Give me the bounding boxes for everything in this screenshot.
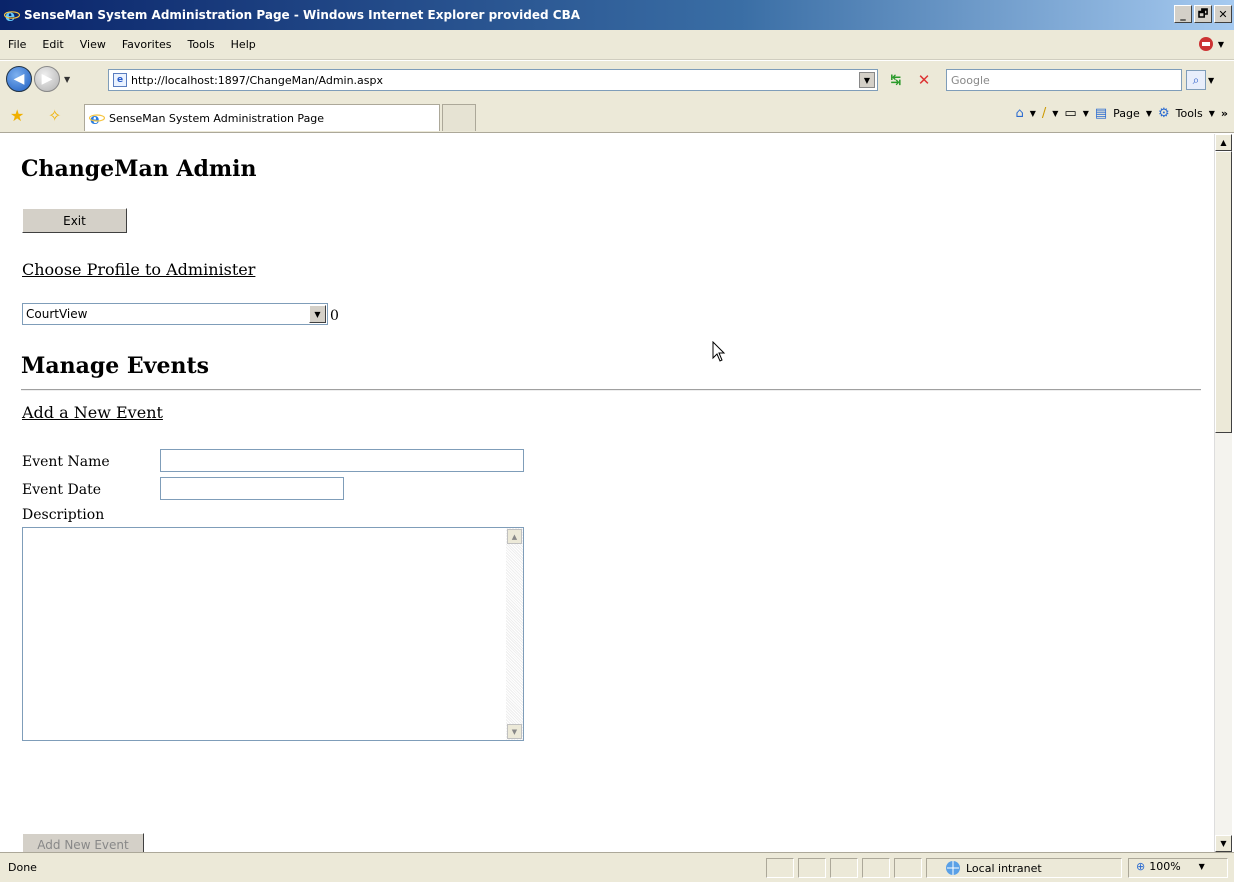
search-placeholder: Google xyxy=(951,73,990,87)
zone-label: Local intranet xyxy=(966,861,1042,875)
event-date-label: Event Date xyxy=(22,482,101,498)
event-name-field[interactable] xyxy=(160,449,524,472)
back-arrow-icon: ◀ xyxy=(13,71,25,87)
svg-text:e: e xyxy=(90,110,100,126)
search-input[interactable]: Google xyxy=(946,69,1182,91)
page-dropdown-icon[interactable]: ▼ xyxy=(1146,109,1152,118)
menu-help[interactable]: Help xyxy=(223,38,264,51)
print-dropdown-icon[interactable]: ▼ xyxy=(1083,109,1089,118)
add-event-link[interactable]: Add a New Event xyxy=(22,403,163,422)
status-text: Done xyxy=(8,861,37,874)
status-panel xyxy=(766,858,794,878)
page-menu-icon: ▤ xyxy=(1094,106,1108,121)
search-icon[interactable]: ⌕ xyxy=(1186,70,1206,90)
profile-selected-value: CourtView xyxy=(26,307,88,321)
textarea-scrollbar[interactable]: ▲ ▼ xyxy=(506,528,523,740)
tools-gear-icon: ⚙ xyxy=(1157,106,1170,121)
page-scrollbar[interactable]: ▲ ▼ xyxy=(1214,134,1232,852)
scroll-up-icon[interactable]: ▲ xyxy=(507,529,522,544)
add-favorite-icon[interactable]: ✧ xyxy=(48,106,61,125)
favorites-star-icon[interactable]: ★ xyxy=(10,106,24,125)
feeds-icon[interactable]: / xyxy=(1042,106,1046,121)
tools-menu-button[interactable]: Tools xyxy=(1176,107,1203,120)
url-text: http://localhost:1897/ChangeMan/Admin.as… xyxy=(131,73,384,87)
profile-select[interactable]: CourtView ▼ xyxy=(22,303,328,325)
address-bar: ◀ ▶ ▼ e http://localhost:1897/ChangeMan/… xyxy=(0,61,1234,97)
tab-bar: ★ ✧ e SenseMan System Administration Pag… xyxy=(0,97,1234,133)
event-name-label: Event Name xyxy=(22,454,110,470)
print-icon[interactable]: ▭ xyxy=(1064,106,1076,121)
menu-bar: File Edit View Favorites Tools Help ▼ xyxy=(0,30,1234,60)
tools-dropdown-icon[interactable]: ▼ xyxy=(1209,109,1215,118)
minimize-button[interactable]: _ xyxy=(1174,5,1192,23)
more-chevron[interactable]: » xyxy=(1221,107,1228,120)
window-title: SenseMan System Administration Page - Wi… xyxy=(24,8,581,22)
chevron-down-icon[interactable]: ▼ xyxy=(309,305,326,323)
ie-logo-icon: e xyxy=(3,6,21,25)
menu-favorites[interactable]: Favorites xyxy=(114,38,180,51)
translate-icon xyxy=(1198,37,1213,51)
section-divider xyxy=(21,389,1201,391)
window-title-bar: e SenseMan System Administration Page - … xyxy=(0,0,1234,30)
choose-profile-link[interactable]: Choose Profile to Administer xyxy=(22,260,255,279)
add-new-event-button[interactable]: Add New Event xyxy=(22,833,144,852)
new-tab-button[interactable] xyxy=(442,104,476,131)
mouse-cursor-icon xyxy=(712,341,726,362)
history-dropdown-icon[interactable]: ▼ xyxy=(64,75,70,84)
status-panel xyxy=(798,858,826,878)
url-dropdown-icon[interactable]: ▼ xyxy=(859,72,875,88)
home-icon[interactable]: ⌂ xyxy=(1015,106,1023,121)
maximize-button[interactable]: 🗗 xyxy=(1194,5,1212,23)
feeds-dropdown-icon[interactable]: ▼ xyxy=(1052,109,1058,118)
status-bar: Done Local intranet ⊕ 100% ▼ xyxy=(0,852,1234,882)
scroll-down-icon[interactable]: ▼ xyxy=(507,724,522,739)
tab-title: SenseMan System Administration Page xyxy=(109,111,325,125)
page-title: ChangeMan Admin xyxy=(21,156,257,182)
page-content: ChangeMan Admin Exit Choose Profile to A… xyxy=(8,134,1214,852)
description-textarea[interactable]: ▲ ▼ xyxy=(22,527,524,741)
menu-edit[interactable]: Edit xyxy=(34,38,71,51)
svg-text:e: e xyxy=(5,7,15,23)
event-date-field[interactable] xyxy=(160,477,344,500)
back-button[interactable]: ◀ xyxy=(6,66,32,92)
url-field[interactable]: e http://localhost:1897/ChangeMan/Admin.… xyxy=(108,69,878,91)
scroll-thumb[interactable] xyxy=(1215,151,1232,433)
exit-button[interactable]: Exit xyxy=(22,208,127,233)
description-label: Description xyxy=(22,507,105,523)
status-panel xyxy=(830,858,858,878)
intranet-globe-icon xyxy=(946,861,960,875)
stop-icon[interactable]: ✕ xyxy=(914,70,934,90)
status-panel xyxy=(862,858,890,878)
page-icon: e xyxy=(113,73,127,87)
page-menu-button[interactable]: Page xyxy=(1113,107,1140,120)
zoom-control[interactable]: ⊕ 100% ▼ xyxy=(1136,860,1205,873)
scroll-down-icon[interactable]: ▼ xyxy=(1215,835,1232,852)
security-zone[interactable]: Local intranet xyxy=(944,860,1042,876)
forward-arrow-icon: ▶ xyxy=(41,71,53,87)
zoom-icon: ⊕ xyxy=(1136,860,1146,873)
translate-button[interactable]: ▼ xyxy=(1198,36,1224,52)
profile-count: 0 xyxy=(330,308,339,324)
tab-senseman-admin[interactable]: e SenseMan System Administration Page xyxy=(84,104,440,131)
zoom-dropdown-icon[interactable]: ▼ xyxy=(1199,862,1205,871)
status-panel xyxy=(894,858,922,878)
translate-dropdown-icon: ▼ xyxy=(1217,39,1224,49)
scroll-up-icon[interactable]: ▲ xyxy=(1215,134,1232,151)
refresh-icon[interactable]: ↹ xyxy=(886,70,906,90)
home-dropdown-icon[interactable]: ▼ xyxy=(1030,109,1036,118)
menu-tools[interactable]: Tools xyxy=(180,38,223,51)
menu-file[interactable]: File xyxy=(0,38,34,51)
manage-events-heading: Manage Events xyxy=(21,353,209,379)
ie-page-icon: e xyxy=(88,110,106,128)
menu-view[interactable]: View xyxy=(72,38,114,51)
close-button[interactable]: ✕ xyxy=(1214,5,1232,23)
search-options-icon[interactable]: ▼ xyxy=(1208,76,1214,85)
zoom-level: 100% xyxy=(1149,860,1181,873)
forward-button[interactable]: ▶ xyxy=(34,66,60,92)
